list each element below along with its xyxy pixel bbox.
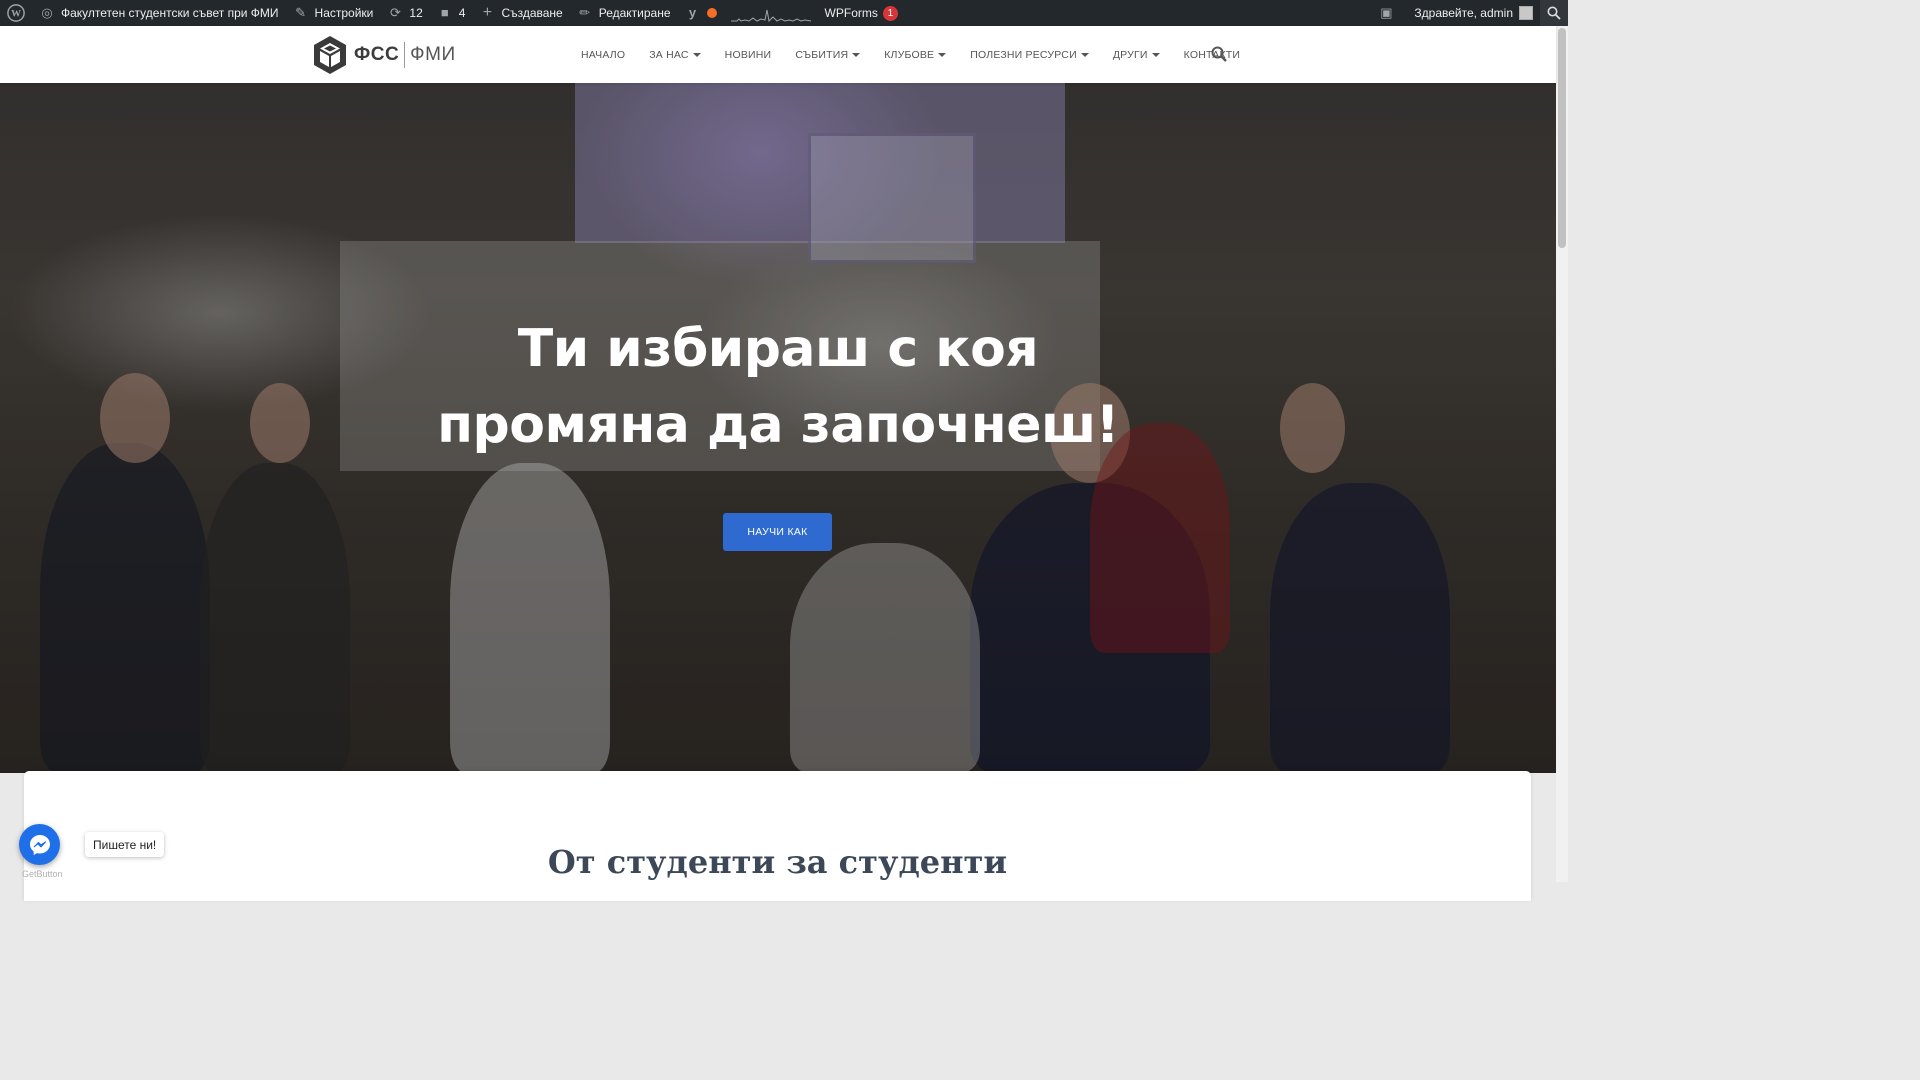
nav-item-label: ДРУГИ xyxy=(1112,48,1148,61)
caret-down-icon xyxy=(692,52,701,57)
nav-item-news[interactable]: НОВИНИ xyxy=(713,49,784,61)
plus-icon: + xyxy=(482,4,493,21)
wordpress-icon: W xyxy=(7,4,25,22)
comments-count: 4 xyxy=(458,6,466,20)
admin-search-button[interactable] xyxy=(1540,0,1568,26)
caret-down-icon xyxy=(1151,52,1160,57)
hero-title-line: промяна да започнеш! xyxy=(437,395,1119,455)
messenger-icon xyxy=(29,834,50,855)
learn-how-button[interactable]: НАУЧИ КАК xyxy=(723,513,832,551)
yoast-icon: y xyxy=(688,5,697,20)
site-name-label: Факултетен студентски съвет при ФМИ xyxy=(61,6,279,20)
stats-sparkline[interactable] xyxy=(724,0,818,26)
admin-bar: W ◎ Факултетен студентски съвет при ФМИ … xyxy=(0,0,1568,26)
nav-item-label: КЛУБОВЕ xyxy=(884,48,935,61)
cube-logo-icon xyxy=(314,36,346,74)
nav-item-about[interactable]: ЗА НАС xyxy=(637,49,712,61)
seo-status-dot-icon xyxy=(706,8,717,18)
yoast-seo-menu[interactable]: y xyxy=(678,0,724,26)
nav-item-label: СЪБИТИЯ xyxy=(795,48,849,61)
nav-item-label: ПОЛЕЗНИ РЕСУРСИ xyxy=(970,48,1077,61)
comment-bubble-icon: ■ xyxy=(440,5,449,20)
updates-count: 12 xyxy=(409,6,423,20)
nav-item-other[interactable]: ДРУГИ xyxy=(1101,49,1172,61)
nav-item-clubs[interactable]: КЛУБОВЕ xyxy=(872,49,958,61)
caret-down-icon xyxy=(1080,52,1089,57)
nav-item-label: НАЧАЛО xyxy=(581,48,626,61)
brush-icon: ✎ xyxy=(295,5,306,20)
nav-item-resources[interactable]: ПОЛЕЗНИ РЕСУРСИ xyxy=(958,49,1101,61)
main-content-card: От студенти за студенти xyxy=(24,771,1531,901)
new-content-label: Създаване xyxy=(501,6,563,20)
main-navigation: НАЧАЛО ЗА НАС НОВИНИ СЪБИТИЯ КЛУБОВЕ ПОЛ… xyxy=(569,26,1252,83)
search-icon xyxy=(1211,46,1227,62)
my-account-menu[interactable]: Здравейте, admin xyxy=(1407,0,1540,26)
pencil-icon: ✏ xyxy=(579,5,591,20)
header-search-button[interactable] xyxy=(1211,46,1227,62)
messenger-chat-button[interactable] xyxy=(19,824,60,865)
logo-primary-text: ФСС xyxy=(354,44,400,65)
hero-section: Ти избираш с коя промяна да започнеш! НА… xyxy=(0,83,1556,773)
site-header: ФСС ФМИ НАЧАЛО ЗА НАС НОВИНИ СЪБИТИЯ КЛУ… xyxy=(0,26,1556,83)
logo-divider xyxy=(404,42,406,68)
search-icon xyxy=(1547,6,1561,20)
customize-link[interactable]: ✎ Настройки xyxy=(286,0,381,26)
wpforms-label: WPForms xyxy=(824,6,878,20)
stats-sparkline-icon xyxy=(730,9,811,22)
new-content-link[interactable]: + Създаване xyxy=(472,0,569,26)
nav-item-home[interactable]: НАЧАЛО xyxy=(569,49,637,61)
avatar xyxy=(1519,6,1533,20)
notifications-button[interactable]: ▣ xyxy=(1371,0,1407,26)
greeting-label: Здравейте, admin xyxy=(1414,6,1513,20)
site-logo-link[interactable]: ФСС ФМИ xyxy=(312,35,456,75)
logo-secondary-text: ФМИ xyxy=(410,44,456,65)
comments-link[interactable]: ■ 4 xyxy=(430,0,473,26)
scrollbar-thumb[interactable] xyxy=(1558,28,1566,248)
edit-page-label: Редактиране xyxy=(598,6,671,20)
refresh-icon: ⟳ xyxy=(389,5,401,20)
section-title: От студенти за студенти xyxy=(547,843,1008,881)
nav-item-events[interactable]: СЪБИТИЯ xyxy=(783,49,872,61)
wpforms-menu[interactable]: WPForms 1 xyxy=(818,0,905,26)
dashboard-icon: ◎ xyxy=(41,5,53,20)
edit-page-link[interactable]: ✏ Редактиране xyxy=(570,0,678,26)
updates-link[interactable]: ⟳ 12 xyxy=(380,0,429,26)
hero-title-line: Ти избираш с коя xyxy=(517,319,1039,379)
nav-item-label: НОВИНИ xyxy=(724,48,772,61)
site-name-link[interactable]: ◎ Факултетен студентски съвет при ФМИ xyxy=(32,0,286,26)
svg-text:W: W xyxy=(11,9,21,20)
getbutton-brand-label: GetButton xyxy=(22,869,63,879)
wordpress-logo-button[interactable]: W xyxy=(0,0,32,26)
hero-title: Ти избираш с коя промяна да започнеш! xyxy=(378,311,1178,463)
notification-icon: ▣ xyxy=(1380,5,1393,20)
caret-down-icon xyxy=(852,52,861,57)
nav-item-label: ЗА НАС xyxy=(649,48,689,61)
messenger-tooltip[interactable]: Пишете ни! xyxy=(85,832,165,857)
page-scrollbar[interactable] xyxy=(1556,26,1568,882)
caret-down-icon xyxy=(938,52,947,57)
wpforms-notification-badge: 1 xyxy=(882,5,898,21)
customize-label: Настройки xyxy=(314,6,374,20)
